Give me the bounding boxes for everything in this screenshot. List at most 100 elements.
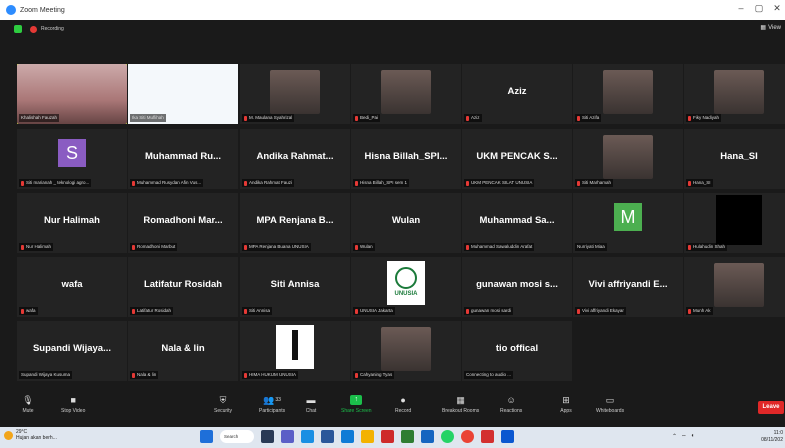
participant-tile[interactable]: Romadhoni Mar... Romadhoni Marbut bbox=[128, 193, 238, 253]
participant-tile[interactable]: Wulan Wulan bbox=[351, 193, 461, 253]
participant-tile[interactable]: Muhammad Sa... Muhammad Sawaluddin Arafat bbox=[462, 193, 572, 253]
search-box[interactable]: Search bbox=[220, 430, 254, 443]
participant-tile[interactable]: Hana_SI Hana_SI bbox=[684, 129, 785, 189]
mute-label: Mute bbox=[22, 408, 34, 414]
app-icon[interactable] bbox=[381, 430, 394, 443]
clock[interactable]: 11:0 08/11/202 bbox=[761, 430, 783, 444]
stop-video-button[interactable]: ■ Stop Video bbox=[61, 395, 85, 414]
participant-tile[interactable]: Nala & lin Nala & lin bbox=[128, 321, 238, 381]
os-taskbar: 29°C Hujan akan berh... Search ⌃ ⌔ ◖ 11:… bbox=[0, 427, 785, 448]
breakout-rooms-button[interactable]: ▦ Breakout Rooms bbox=[442, 395, 479, 414]
participant-tile[interactable]: Supandi Wijaya... Supandi Wijaya Kusuma bbox=[17, 321, 127, 381]
participant-name-label: Bedi_Pai bbox=[353, 114, 381, 122]
participant-tile[interactable]: M. Maulana Syahrizal bbox=[240, 64, 350, 124]
chevron-up-icon[interactable]: ⌃ bbox=[672, 433, 677, 441]
share-screen-button[interactable]: ↑ Share Screen bbox=[341, 395, 372, 414]
muted-mic-icon bbox=[244, 372, 247, 378]
participant-name-label: Hana_SI bbox=[686, 179, 713, 187]
reactions-icon: ☺ bbox=[506, 395, 516, 405]
participants-button[interactable]: 👥 33 Participants bbox=[259, 395, 285, 414]
participant-tile[interactable]: Aziz Aziz bbox=[462, 64, 572, 124]
pdf-icon[interactable] bbox=[481, 430, 494, 443]
participant-tile[interactable]: Muhammad Ru... Muhammad Rusydan Afin Vus.… bbox=[128, 129, 238, 189]
participant-video bbox=[714, 263, 764, 307]
participant-tile[interactable]: Andika Rahmat... Andika Rahmat Fauzi bbox=[240, 129, 350, 189]
explorer-icon[interactable] bbox=[361, 430, 374, 443]
participant-display-name: Nur Halimah bbox=[44, 215, 100, 226]
clock-time: 11:0 bbox=[773, 430, 783, 436]
participant-tile[interactable]: UKM PENCAK S... UKM PENCAK SILAT UNUSIA bbox=[462, 129, 572, 189]
participant-tile[interactable]: M Nurriyati Miaa bbox=[573, 193, 683, 253]
muted-mic-icon bbox=[688, 308, 691, 314]
close-button[interactable]: ✕ bbox=[770, 3, 784, 14]
muted-mic-icon bbox=[21, 244, 24, 250]
participant-display-name: tio offical bbox=[495, 343, 539, 354]
app2-icon[interactable] bbox=[401, 430, 414, 443]
participant-tile[interactable]: MPA Renjana B... MPA Renjana Buana UNUSIA bbox=[240, 193, 350, 253]
edge-icon[interactable] bbox=[341, 430, 354, 443]
participant-display-name: Vivi affriyandi E... bbox=[588, 279, 668, 290]
volume-icon[interactable]: ◖ bbox=[691, 433, 695, 441]
maximize-button[interactable]: ▢ bbox=[752, 3, 766, 14]
participant-tile[interactable]: Cahyaning Tyas bbox=[351, 321, 461, 381]
apps-button[interactable]: ⊞ Apps bbox=[560, 395, 572, 414]
system-tray[interactable]: ⌃ ⌔ ◖ bbox=[672, 433, 694, 441]
participant-tile[interactable]: gunawan mosi s... gunawan mosi sardi bbox=[462, 257, 572, 317]
meeting-status-bar: Recording ▦ View bbox=[0, 20, 785, 38]
share-icon: ↑ bbox=[350, 395, 363, 405]
participant-tile[interactable]: Siti Marhamah bbox=[573, 129, 683, 189]
security-button[interactable]: ⛨ Security bbox=[214, 395, 232, 414]
participant-display-name: Muhammad Sa... bbox=[479, 215, 555, 226]
wifi-icon[interactable]: ⌔ bbox=[681, 433, 687, 441]
reactions-button[interactable]: ☺ Reactions bbox=[500, 395, 522, 414]
leave-button[interactable]: Leave bbox=[758, 401, 784, 414]
whatsapp-icon[interactable] bbox=[441, 430, 454, 443]
weather-widget[interactable]: 29°C Hujan akan berh... bbox=[4, 429, 57, 441]
whiteboards-button[interactable]: ▭ Whiteboards bbox=[596, 395, 624, 414]
participant-tile[interactable]: HIMA HUKUM UNUSIA bbox=[240, 321, 350, 381]
participant-tile[interactable]: UNUSIA UNUSIA Jakarta bbox=[351, 257, 461, 317]
security-shield-icon[interactable] bbox=[14, 25, 22, 33]
muted-mic-icon bbox=[132, 244, 135, 250]
participant-name-label: Siti Azifa bbox=[575, 114, 602, 122]
breakout-label: Breakout Rooms bbox=[442, 408, 480, 414]
chrome-icon[interactable] bbox=[461, 430, 474, 443]
participant-tile[interactable]: tio offical Connecting to audio ... bbox=[462, 321, 572, 381]
muted-mic-icon bbox=[577, 115, 580, 121]
muted-mic-icon bbox=[132, 180, 135, 186]
participant-tile[interactable]: Khalishah Fauzah bbox=[17, 64, 127, 124]
participant-tile[interactable]: Latifatur Rosidah Latifatur Rosidah bbox=[128, 257, 238, 317]
participant-display-name: UKM PENCAK S... bbox=[476, 151, 558, 162]
participant-display-name: Muhammad Ru... bbox=[144, 151, 221, 162]
minimize-button[interactable]: – bbox=[734, 3, 748, 13]
participant-tile[interactable]: wafa wafa bbox=[17, 257, 127, 317]
chat-button[interactable]: ▬ Chat bbox=[305, 395, 317, 414]
mute-button[interactable]: 🎙 Mute bbox=[22, 395, 34, 414]
window-titlebar: Zoom Meeting – ▢ ✕ bbox=[0, 0, 785, 20]
word-icon[interactable] bbox=[321, 430, 334, 443]
participant-tile[interactable]: Bedi_Pai bbox=[351, 64, 461, 124]
participant-tile[interactable]: Siti Azifa bbox=[573, 64, 683, 124]
app3-icon[interactable] bbox=[421, 430, 434, 443]
zoom-taskbar-icon[interactable] bbox=[301, 430, 314, 443]
participant-tile[interactable]: Munh Ak bbox=[684, 257, 785, 317]
record-button[interactable]: ● Record bbox=[395, 395, 411, 414]
view-button[interactable]: ▦ View bbox=[760, 24, 781, 32]
start-icon[interactable] bbox=[200, 430, 213, 443]
app4-icon[interactable] bbox=[501, 430, 514, 443]
stop-video-label: Stop Video bbox=[61, 408, 86, 414]
task-view-icon[interactable] bbox=[261, 430, 274, 443]
participant-tile[interactable]: S Siti marianah _ teknologi agro... bbox=[17, 129, 127, 189]
muted-mic-icon bbox=[688, 115, 691, 121]
participant-tile[interactable]: Hulahudin Shah bbox=[684, 193, 785, 253]
participant-name-label: Hisna Billah_SPI sem 1 bbox=[353, 179, 410, 187]
participant-tile[interactable]: Ika Siti Muflihah bbox=[128, 64, 238, 124]
teams-icon[interactable] bbox=[281, 430, 294, 443]
apps-icon: ⊞ bbox=[562, 395, 570, 405]
participant-tile[interactable]: Nur Halimah Nur Halimah bbox=[17, 193, 127, 253]
participant-tile[interactable]: Vivi affriyandi E... Vivi affriyandi Ekay… bbox=[573, 257, 683, 317]
participant-tile[interactable]: Fiky Nadiyah bbox=[684, 64, 785, 124]
participant-tile[interactable]: Siti Annisa Siti Annisa bbox=[240, 257, 350, 317]
participant-tile[interactable]: Hisna Billah_SPI... Hisna Billah_SPI sem … bbox=[351, 129, 461, 189]
participant-name-label: Nur Halimah bbox=[19, 243, 54, 251]
